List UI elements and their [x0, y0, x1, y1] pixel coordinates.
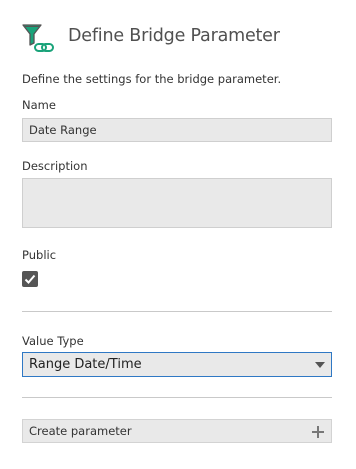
value-type-select[interactable]: Range Date/Time — [22, 352, 332, 377]
filter-link-icon — [22, 24, 66, 54]
create-parameter-label: Create parameter — [29, 424, 132, 438]
checkmark-icon — [24, 274, 36, 284]
page-title: Define Bridge Parameter — [68, 26, 280, 46]
divider — [22, 311, 332, 312]
intro-text: Define the settings for the bridge param… — [22, 72, 282, 86]
name-label: Name — [22, 98, 56, 112]
divider — [22, 397, 332, 398]
value-type-selected: Range Date/Time — [29, 357, 142, 372]
name-field[interactable]: Date Range — [22, 118, 332, 142]
public-label: Public — [22, 248, 57, 262]
create-parameter-button[interactable]: Create parameter — [22, 419, 332, 443]
value-type-label: Value Type — [22, 334, 84, 348]
chevron-down-icon[interactable] — [315, 362, 325, 368]
description-field[interactable] — [22, 178, 332, 228]
public-checkbox[interactable] — [22, 271, 38, 287]
panel-header — [22, 24, 66, 54]
description-label: Description — [22, 159, 88, 173]
plus-icon[interactable] — [311, 424, 325, 446]
